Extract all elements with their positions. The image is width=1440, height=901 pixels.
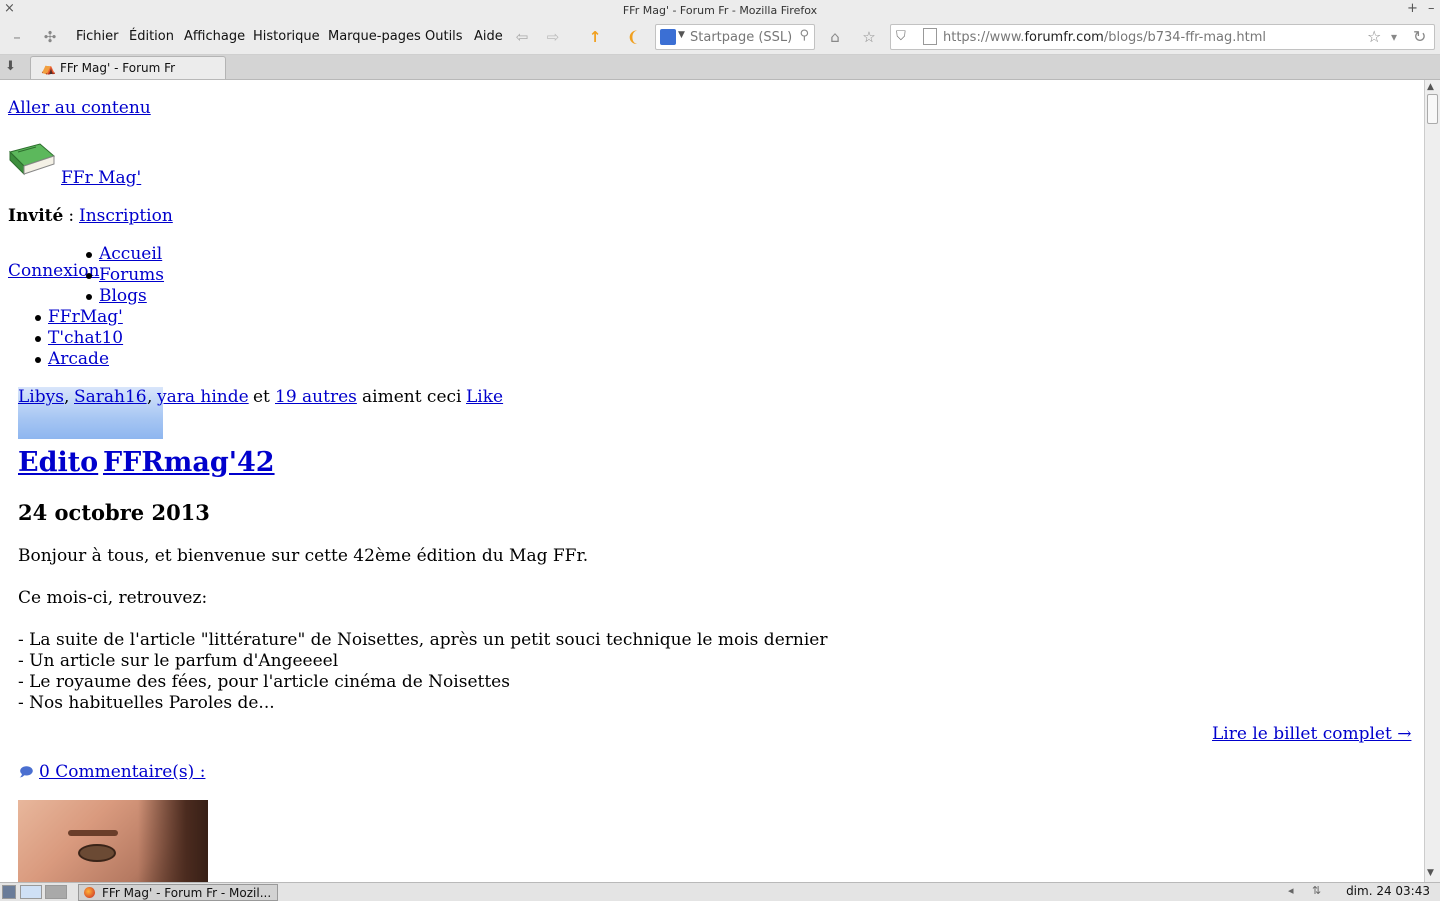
scroll-down-icon[interactable]: ▼: [1427, 868, 1434, 878]
list-bullet: [86, 273, 92, 279]
list-bullet: [35, 357, 41, 363]
post-line: - Un article sur le parfum d'Angeeeel: [18, 651, 339, 671]
list-bullet: [35, 315, 41, 321]
page-content: Aller au contenu FFr Mag' Invité : Inscr…: [0, 80, 1424, 882]
scrollbar-thumb[interactable]: [1427, 94, 1438, 124]
tray-arrow-icon[interactable]: ◂: [1288, 884, 1294, 897]
new-window-button[interactable]: +: [1407, 1, 1418, 17]
avatar-photo[interactable]: [18, 800, 208, 882]
like-user-libys[interactable]: Libys: [18, 387, 64, 407]
minus-icon[interactable]: –: [7, 27, 27, 47]
home-icon[interactable]: ⌂: [825, 27, 845, 47]
like-user-yara-hinde[interactable]: yara hinde: [157, 387, 249, 407]
reload-icon[interactable]: ↻: [1413, 27, 1426, 46]
site-name-link[interactable]: FFr Mag': [61, 168, 141, 188]
nav-blogs[interactable]: Blogs: [99, 286, 147, 306]
list-bullet: [35, 336, 41, 342]
up-arrow-icon[interactable]: ↑: [585, 27, 605, 47]
taskbar: FFr Mag' - Forum Fr - Mozil... ◂ ⇅ dim. …: [0, 882, 1440, 901]
firefox-icon: [84, 887, 95, 898]
menu-aide[interactable]: Aide: [474, 27, 503, 47]
move-icon[interactable]: ✣: [40, 27, 60, 47]
tab-bar: ⬇ ⛺ FFr Mag' - Forum Fr: [0, 55, 1440, 80]
post-subhead: Ce mois-ci, retrouvez:: [18, 588, 208, 608]
comments-link[interactable]: 0 Commentaire(s) :: [39, 762, 205, 782]
menu-icon[interactable]: [2, 885, 16, 899]
bookmark-star-icon[interactable]: ☆: [859, 27, 879, 47]
nav-accueil[interactable]: Accueil: [99, 244, 162, 264]
network-icon[interactable]: ⇅: [1312, 884, 1321, 897]
navigation-toolbar: – ✣ Fichier Édition Affichage Historique…: [0, 20, 1440, 55]
like-button[interactable]: Like: [466, 387, 503, 407]
search-input[interactable]: Startpage (SSL): [690, 30, 792, 45]
workspace-2[interactable]: [45, 885, 67, 899]
url-input[interactable]: https://www.forumfr.com/blogs/b734-ffr-m…: [943, 30, 1266, 45]
dropdown-icon[interactable]: ▾: [1391, 30, 1397, 44]
tab-ffr-mag[interactable]: ⛺ FFr Mag' - Forum Fr: [30, 56, 226, 79]
like-text: aiment ceci: [362, 387, 462, 407]
like-others-link[interactable]: 19 autres: [275, 387, 357, 407]
guest-separator: :: [63, 206, 80, 226]
search-box[interactable]: ▼ Startpage (SSL) ⚲: [655, 24, 815, 50]
window-title: FFr Mag' - Forum Fr - Mozilla Firefox: [622, 4, 818, 17]
menu-historique[interactable]: Historique: [253, 27, 320, 47]
page-icon: [923, 28, 937, 45]
list-bullet: [86, 252, 92, 258]
menu-edition[interactable]: Édition: [129, 27, 174, 47]
list-bullet: [86, 294, 92, 300]
taskbar-firefox-task[interactable]: FFr Mag' - Forum Fr - Mozil...: [78, 884, 278, 901]
guest-label: Invité: [8, 206, 64, 226]
star-icon[interactable]: ☆: [1367, 27, 1381, 46]
post-title-edito[interactable]: Edito: [18, 447, 98, 478]
nav-arcade[interactable]: Arcade: [48, 349, 109, 369]
nav-forums[interactable]: Forums: [99, 265, 164, 285]
menu-fichier[interactable]: Fichier: [76, 27, 119, 47]
menu-outils[interactable]: Outils: [425, 27, 463, 47]
nav-tchat10[interactable]: T'chat10: [48, 328, 123, 348]
task-label: FFr Mag' - Forum Fr - Mozil...: [102, 886, 272, 900]
like-user-sarah16[interactable]: Sarah16: [74, 387, 147, 407]
login-link[interactable]: Connexion: [8, 261, 99, 281]
tab-label: FFr Mag' - Forum Fr: [60, 61, 176, 75]
menu-affichage[interactable]: Affichage: [184, 27, 245, 47]
like-and-text: et: [253, 387, 270, 407]
url-bar[interactable]: ⛉ https://www.forumfr.com/blogs/b734-ffr…: [890, 24, 1435, 50]
scroll-up-icon[interactable]: ▲: [1427, 82, 1434, 92]
comment-icon: 🗩: [19, 765, 34, 780]
search-icon[interactable]: ⚲: [799, 28, 809, 43]
post-intro: Bonjour à tous, et bienvenue sur cette 4…: [18, 546, 589, 566]
clock: dim. 24 03:43: [1346, 884, 1430, 898]
workspace-1[interactable]: [20, 885, 42, 899]
search-engine-icon[interactable]: [660, 29, 676, 45]
back-icon[interactable]: ⇦: [512, 27, 532, 47]
post-line: - Nos habituelles Paroles de...: [18, 693, 275, 713]
register-link[interactable]: Inscription: [79, 206, 173, 226]
vertical-scrollbar[interactable]: ▲ ▼: [1424, 80, 1440, 882]
nav-ffrmag[interactable]: FFrMag': [48, 307, 123, 327]
like-separator: ,: [64, 387, 70, 407]
post-date: 24 octobre 2013: [18, 500, 210, 525]
post-title-ffrmag42[interactable]: FFRmag'42: [103, 447, 275, 478]
chevron-down-icon[interactable]: ▼: [678, 30, 685, 40]
like-separator: ,: [147, 387, 153, 407]
shield-icon[interactable]: ⛉: [896, 29, 910, 45]
feed-icon[interactable]: ❨: [623, 27, 643, 47]
minimize-window-button[interactable]: –: [1428, 1, 1435, 17]
post-line: - La suite de l'article "littérature" de…: [18, 630, 828, 650]
forward-icon[interactable]: ⇨: [543, 27, 563, 47]
read-more-link[interactable]: Lire le billet complet →: [1212, 724, 1411, 744]
book-logo-icon[interactable]: [8, 142, 56, 178]
download-icon[interactable]: ⬇: [5, 59, 16, 74]
favicon-icon: ⛺: [41, 61, 56, 75]
window-titlebar: × FFr Mag' - Forum Fr - Mozilla Firefox …: [0, 0, 1440, 21]
post-line: - Le royaume des fées, pour l'article ci…: [18, 672, 510, 692]
menu-marque-pages[interactable]: Marque-pages: [328, 27, 421, 47]
skip-to-content-link[interactable]: Aller au contenu: [8, 98, 151, 118]
